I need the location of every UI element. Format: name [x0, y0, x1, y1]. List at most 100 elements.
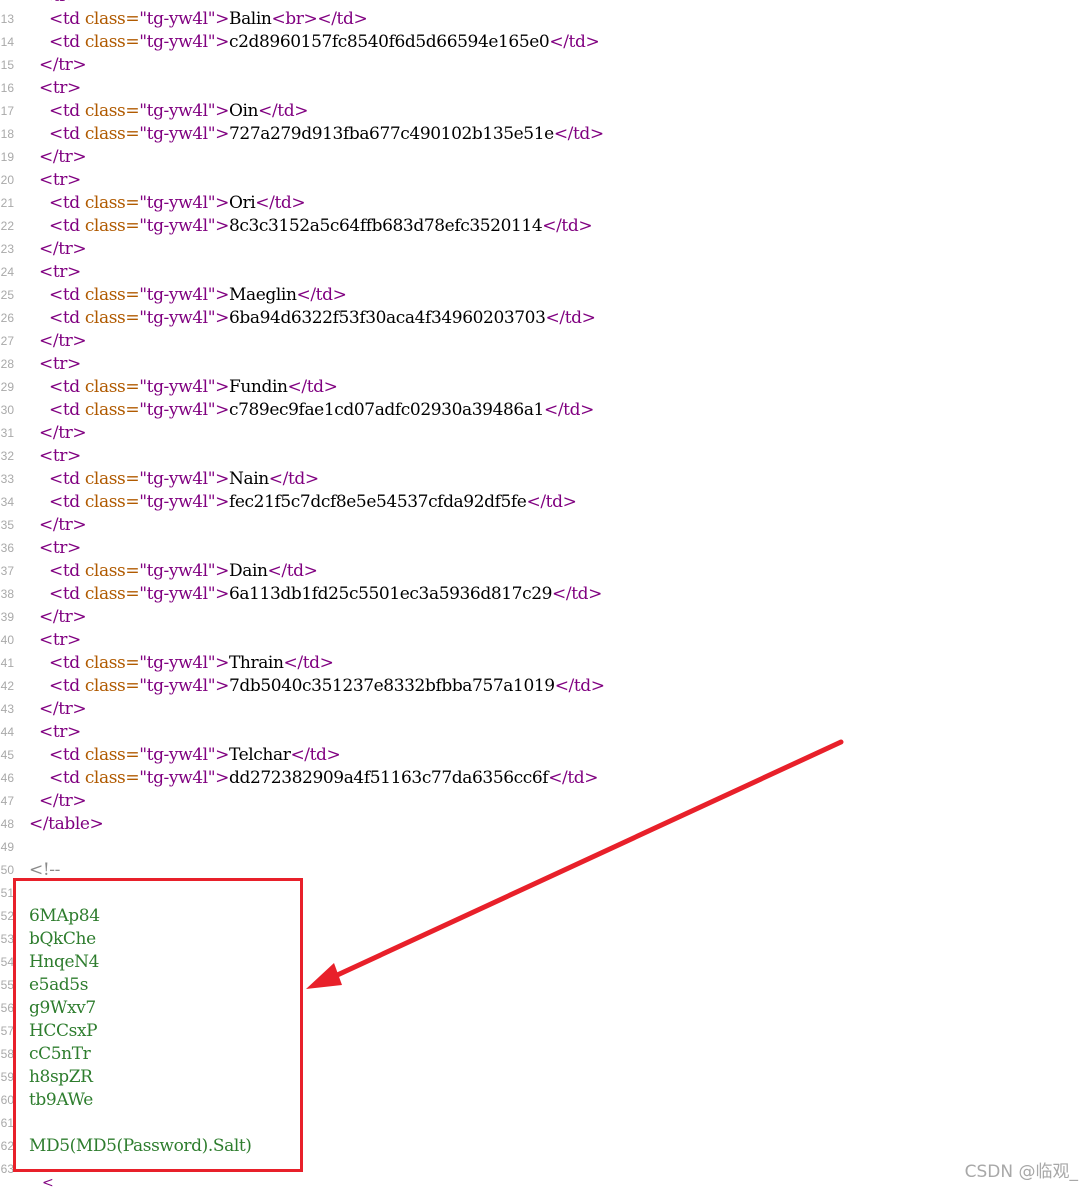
attribute-name: class: [84, 193, 126, 213]
tag-name: tr: [53, 0, 68, 6]
tag-name: tr: [58, 55, 73, 75]
attribute-name: class: [84, 308, 126, 328]
code-line[interactable]: 46 <td class="tg-yw4l">dd272382909a4f511…: [0, 767, 1086, 790]
line-number: 23: [0, 242, 14, 256]
code-line[interactable]: 29 <td class="tg-yw4l">Fundin</td>: [0, 376, 1086, 399]
attribute-value: "tg-yw4l": [139, 745, 216, 765]
code-line[interactable]: 26 <td class="tg-yw4l">6ba94d6322f53f30a…: [0, 307, 1086, 330]
code-line[interactable]: 47 </tr>: [0, 790, 1086, 813]
code-line[interactable]: 14 <td class="tg-yw4l">c2d8960157fc8540f…: [0, 31, 1086, 54]
cell-text: 6ba94d6322f53f30aca4f34960203703: [228, 308, 546, 328]
line-number: 37: [0, 564, 14, 578]
tag-name: td: [62, 124, 80, 144]
line-text: </table>: [29, 814, 104, 834]
code-line[interactable]: 41 <td class="tg-yw4l">Thrain</td>: [0, 652, 1086, 675]
br-tag: <br>: [271, 9, 318, 29]
code-line[interactable]: 42 <td class="tg-yw4l">7db5040c351237e83…: [0, 675, 1086, 698]
code-line[interactable]: 16 <tr>: [0, 77, 1086, 100]
code-line[interactable]: 19 </tr>: [0, 146, 1086, 169]
tag-name: tr: [58, 239, 73, 259]
attribute-value: "tg-yw4l": [139, 584, 216, 604]
line-text: <tr>: [29, 261, 81, 284]
code-line[interactable]: 38 <td class="tg-yw4l">6a113db1fd25c5501…: [0, 583, 1086, 606]
code-line[interactable]: 30 <td class="tg-yw4l">c789ec9fae1cd07ad…: [0, 399, 1086, 422]
code-line[interactable]: 15 </tr>: [0, 54, 1086, 77]
code-line[interactable]: 25 <td class="tg-yw4l">Maeglin</td>: [0, 284, 1086, 307]
code-line[interactable]: 28 <tr>: [0, 353, 1086, 376]
cell-text: Thrain: [228, 653, 284, 673]
code-line[interactable]: 18 <td class="tg-yw4l">727a279d913fba677…: [0, 123, 1086, 146]
code-line[interactable]: 37 <td class="tg-yw4l">Dain</td>: [0, 560, 1086, 583]
line-text: </tr>: [29, 422, 87, 445]
line-number: 61: [0, 1116, 14, 1130]
attribute-name: class: [84, 676, 126, 696]
cell-text: Fundin: [228, 377, 288, 397]
code-line[interactable]: 20 <tr>: [0, 169, 1086, 192]
line-text: <td class="tg-yw4l">dd272382909a4f51163c…: [29, 767, 599, 790]
tag-name: tr: [58, 515, 73, 535]
code-line[interactable]: 23 </tr>: [0, 238, 1086, 261]
tag-name: td: [62, 745, 80, 765]
code-line[interactable]: 27 </tr>: [0, 330, 1086, 353]
code-line[interactable]: 31 </tr>: [0, 422, 1086, 445]
attribute-name: class: [84, 653, 126, 673]
line-number: 35: [0, 518, 14, 532]
tag-name: tr: [52, 630, 68, 650]
line-number: 40: [0, 633, 14, 647]
line-text: </tr>: [29, 330, 87, 353]
tag-name: td: [62, 32, 80, 52]
code-line[interactable]: 24 <tr>: [0, 261, 1086, 284]
line-number: 33: [0, 472, 14, 486]
attribute-value: "tg-yw4l": [139, 561, 216, 581]
code-line[interactable]: 21 <td class="tg-yw4l">Ori</td>: [0, 192, 1086, 215]
line-text: <tr>: [29, 77, 81, 100]
line-number: 44: [0, 725, 14, 739]
code-line[interactable]: 12 <tr>: [0, 0, 1086, 8]
code-line[interactable]: 45 <td class="tg-yw4l">Telchar</td>: [0, 744, 1086, 767]
line-number: 56: [0, 1001, 14, 1015]
line-number: 27: [0, 334, 14, 348]
line-number: 34: [0, 495, 14, 509]
attribute-name: class: [84, 124, 126, 144]
line-text: <td class="tg-yw4l">8c3c3152a5c64ffb683d…: [29, 215, 593, 238]
cell-text: dd272382909a4f51163c77da6356cc6f: [228, 768, 549, 788]
line-text: <tr>: [29, 0, 81, 8]
code-line[interactable]: 49: [0, 836, 1086, 859]
code-line[interactable]: 33 <td class="tg-yw4l">Nain</td>: [0, 468, 1086, 491]
cell-text: Telchar: [228, 745, 291, 765]
line-text: <td class="tg-yw4l">Ori</td>: [29, 192, 306, 215]
code-line[interactable]: 39 </tr>: [0, 606, 1086, 629]
code-line[interactable]: 40 <tr>: [0, 629, 1086, 652]
attribute-name: class: [84, 216, 126, 236]
line-number: 50: [0, 863, 14, 877]
code-line[interactable]: 48 </table>: [0, 813, 1086, 836]
code-line[interactable]: 36 <tr>: [0, 537, 1086, 560]
tag-name: tr: [58, 607, 73, 627]
code-line[interactable]: 32 <tr>: [0, 445, 1086, 468]
cell-text: Ori: [228, 193, 256, 213]
line-text: <td class="tg-yw4l">c789ec9fae1cd07adfc0…: [29, 399, 594, 422]
code-line[interactable]: 35 </tr>: [0, 514, 1086, 537]
code-line[interactable]: 13 <td class="tg-yw4l">Balin<br></td>: [0, 8, 1086, 31]
code-line[interactable]: 44 <tr>: [0, 721, 1086, 744]
code-line[interactable]: 22 <td class="tg-yw4l">8c3c3152a5c64ffb6…: [0, 215, 1086, 238]
code-line[interactable]: 34 <td class="tg-yw4l">fec21f5c7dcf8e5e5…: [0, 491, 1086, 514]
line-text: <td class="tg-yw4l">fec21f5c7dcf8e5e5453…: [29, 491, 577, 514]
attribute-value: "tg-yw4l": [139, 377, 216, 397]
code-line[interactable]: 17 <td class="tg-yw4l">Oin</td>: [0, 100, 1086, 123]
code-line[interactable]: 43 </tr>: [0, 698, 1086, 721]
line-number: 30: [0, 403, 14, 417]
line-number: 39: [0, 610, 14, 624]
